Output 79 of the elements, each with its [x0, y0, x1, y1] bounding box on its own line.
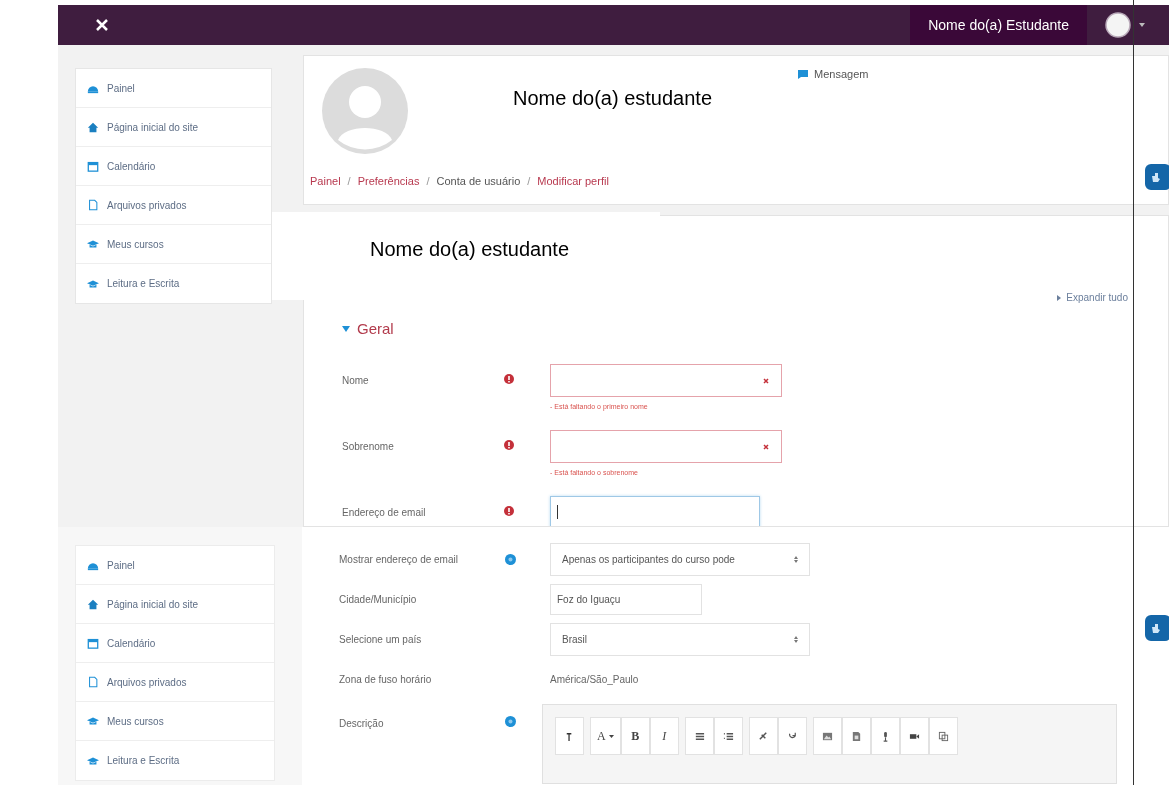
input-field[interactable] — [550, 363, 782, 397]
nav-item[interactable]: Arquivos privados — [76, 663, 274, 702]
avatar-icon — [322, 68, 408, 154]
dropdown[interactable]: Apenas os participantes do curso pode — [550, 543, 810, 577]
nav-item[interactable]: Página inicial do site — [76, 585, 274, 624]
name-label: Nome do(a) estudante — [272, 212, 660, 300]
breadcrumb-separator: / — [347, 174, 351, 189]
select-arrows-icon — [794, 636, 798, 644]
toolbar-button[interactable] — [713, 717, 743, 756]
nav-item[interactable]: Leitura e Escrita — [76, 741, 274, 780]
nav-item[interactable]: Calendário — [76, 147, 271, 186]
floating-button[interactable] — [1145, 615, 1169, 641]
caret-icon — [1057, 294, 1062, 301]
section-toggle[interactable]: Geral — [342, 318, 394, 341]
breadcrumb-separator: / — [426, 174, 430, 189]
calendar-icon — [87, 637, 99, 649]
numbered-list-icon — [722, 730, 734, 742]
nav-item[interactable]: Calendário — [76, 624, 274, 663]
chat-icon — [798, 69, 808, 79]
toolbar-button[interactable] — [684, 717, 714, 756]
field-label: Descrição — [339, 717, 385, 732]
toolbar-button[interactable] — [812, 717, 842, 756]
message-button[interactable]: Mensagem — [798, 66, 869, 83]
field-value: América/São_Paulo — [550, 672, 639, 687]
caret-icon[interactable] — [1139, 23, 1145, 27]
document-icon — [850, 730, 862, 742]
field-label: Sobrenome — [342, 439, 395, 454]
toolbar-button[interactable] — [928, 717, 958, 756]
toolbar-button[interactable]: I — [649, 717, 679, 756]
bullet-list-icon — [693, 730, 705, 742]
toolbar-button[interactable]: B — [620, 717, 650, 756]
field-label: Mostrar endereço de email — [339, 553, 459, 568]
toolbar-button[interactable]: A — [590, 717, 621, 756]
hand-icon — [1151, 623, 1161, 633]
close-icon[interactable] — [95, 18, 109, 32]
nav-item[interactable]: Painel — [76, 69, 271, 108]
field-label: Zona de fuso horário — [339, 672, 433, 687]
toolbar-button[interactable] — [899, 717, 929, 756]
nav-item[interactable]: Meus cursos — [76, 225, 271, 264]
floating-button[interactable] — [1145, 164, 1169, 190]
input-field[interactable] — [550, 495, 760, 526]
breadcrumb-link[interactable]: Preferências — [357, 173, 420, 190]
image-icon — [821, 730, 833, 742]
clear-icon — [763, 443, 769, 450]
user-name: Nome do(a) estudante — [513, 86, 712, 111]
graduation-cap-icon — [87, 715, 99, 727]
select-arrows-icon — [794, 556, 798, 564]
nav-item[interactable]: Arquivos privados — [76, 186, 271, 225]
field-label: Nome — [342, 373, 370, 388]
field-label: Cidade/Município — [339, 593, 418, 608]
input-field[interactable] — [550, 429, 782, 463]
field-label: Selecione um país — [339, 633, 423, 648]
house-icon — [87, 598, 99, 610]
help-icon[interactable] — [505, 716, 516, 728]
breadcrumb-item: Conta de usuário — [436, 174, 521, 189]
document-icon — [87, 676, 99, 688]
graduation-cap-icon — [87, 238, 99, 250]
input-field[interactable]: Foz do Iguaçu — [550, 584, 702, 616]
breadcrumb-link[interactable]: Painel — [310, 173, 341, 190]
link-icon — [757, 730, 769, 742]
nav-item[interactable]: Leitura e Escrita — [76, 264, 271, 303]
nav-item[interactable]: Meus cursos — [76, 702, 274, 741]
nav-item[interactable]: Página inicial do site — [76, 108, 271, 147]
field-label: Endereço de email — [342, 505, 427, 520]
toolbar-button[interactable] — [841, 717, 871, 756]
copy-icon — [937, 730, 949, 742]
breadcrumb-separator: / — [527, 174, 531, 189]
breadcrumb-link[interactable]: Modificar perfil — [537, 173, 609, 190]
dropdown[interactable]: Brasil — [550, 623, 810, 657]
expand-all-link[interactable]: Expandir tudo — [1057, 290, 1128, 305]
user-name[interactable]: Nome do(a) Estudante — [910, 5, 1087, 45]
clear-icon — [763, 377, 769, 384]
avatar-icon[interactable] — [1105, 12, 1131, 38]
house-icon — [87, 121, 99, 133]
nav-item[interactable]: Painel — [76, 546, 274, 585]
calendar-icon — [87, 160, 99, 172]
help-icon[interactable] — [505, 554, 516, 566]
hand-icon — [1151, 172, 1161, 182]
document-icon — [87, 199, 99, 211]
